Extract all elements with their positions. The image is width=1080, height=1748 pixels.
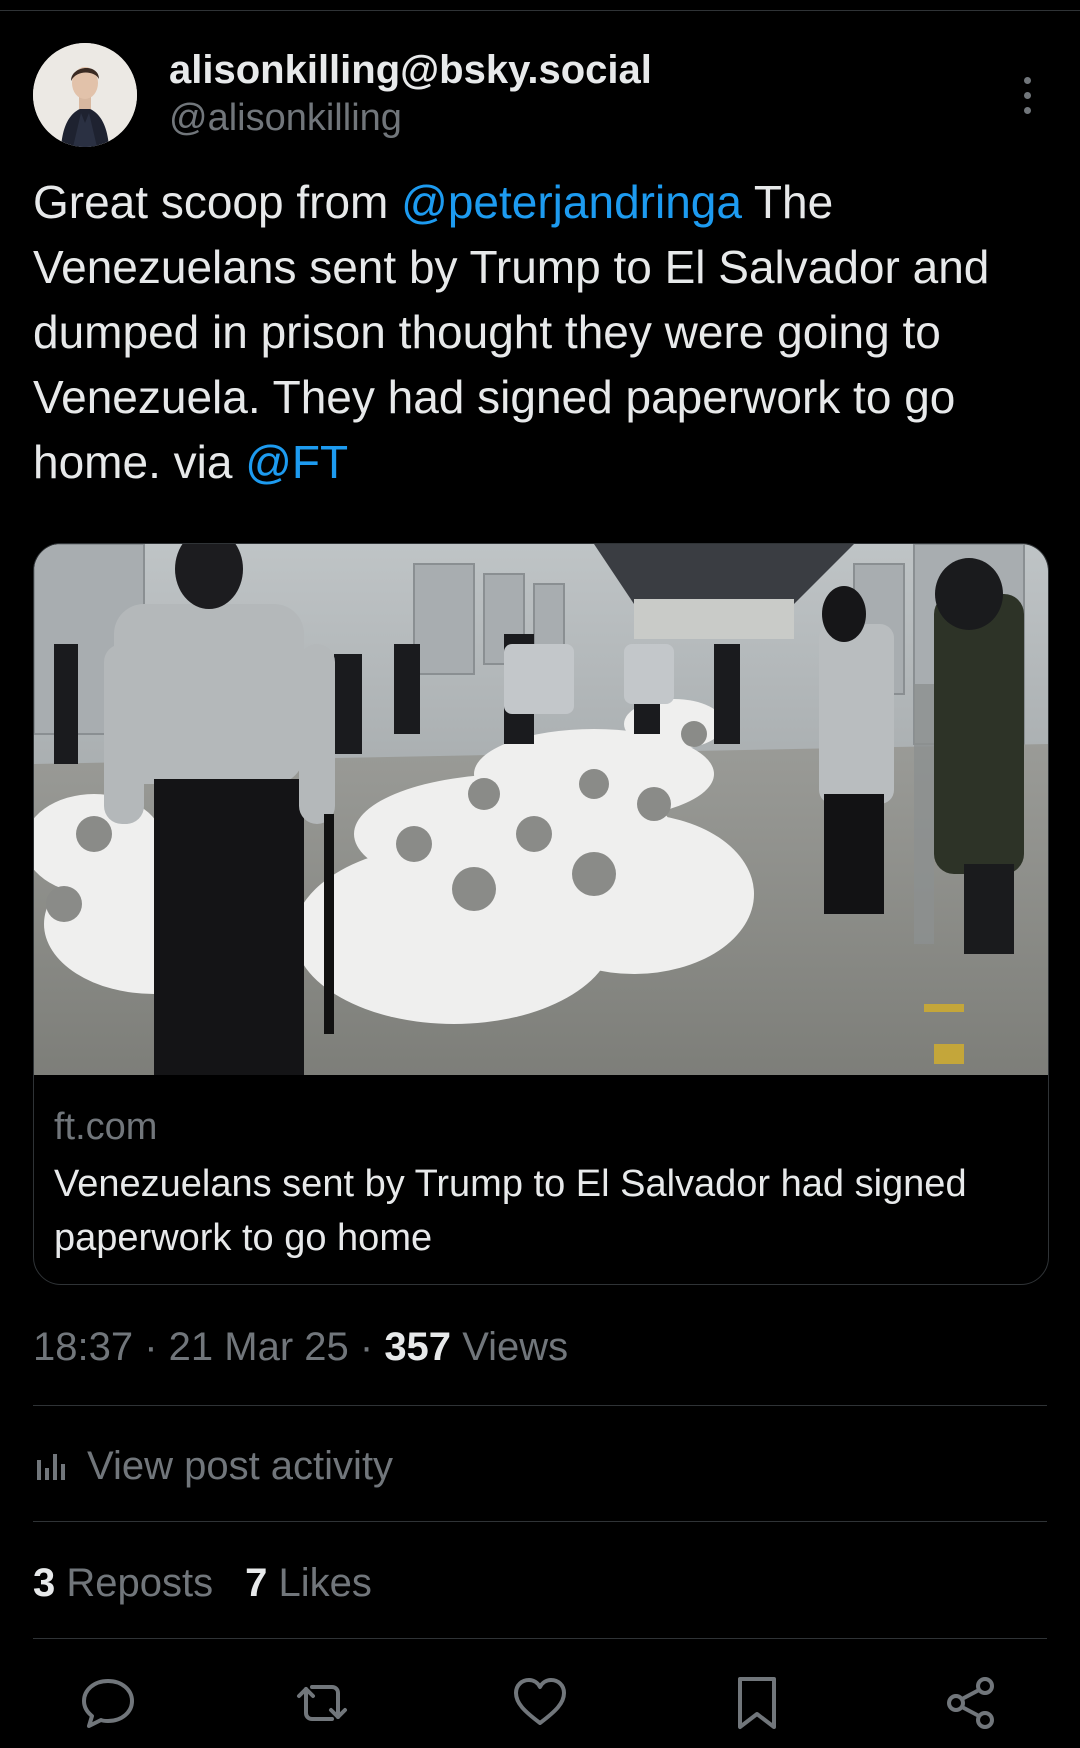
post-meta: 18:37 · 21 Mar 25 · 357 Views <box>33 1325 569 1369</box>
reposts-label: Reposts <box>66 1561 214 1605</box>
heart-icon[interactable] <box>510 1673 570 1733</box>
post-text-part1: Great scoop from <box>33 176 402 228</box>
link-card[interactable]: ft.com Venezuelans sent by Trump to El S… <box>33 543 1049 1285</box>
mention-peterjandringa[interactable]: @peterjandringa <box>401 176 742 228</box>
divider <box>33 1638 1047 1639</box>
bar-chart-icon <box>33 1446 73 1486</box>
link-card-domain: ft.com <box>54 1106 158 1148</box>
likes-label: Likes <box>278 1561 372 1605</box>
avatar[interactable] <box>33 43 137 147</box>
likes-count: 7 <box>245 1561 268 1605</box>
views-count: 357 <box>384 1325 452 1369</box>
link-card-title[interactable]: Venezuelans sent by Trump to El Salvador… <box>54 1157 1024 1265</box>
display-name[interactable]: alisonkilling@bsky.social <box>169 45 652 95</box>
divider <box>33 1405 1047 1406</box>
post-header: alisonkilling@bsky.social @alisonkilling <box>33 43 1047 153</box>
reposts-count: 3 <box>33 1561 56 1605</box>
mention-ft[interactable]: @FT <box>245 436 348 488</box>
action-bar <box>0 1665 1080 1740</box>
reply-bubble-icon[interactable] <box>78 1673 138 1733</box>
author-names: alisonkilling@bsky.social @alisonkilling <box>169 45 652 141</box>
likes-link[interactable]: 7 Likes <box>245 1561 372 1605</box>
more-vertical-icon[interactable] <box>1007 65 1047 125</box>
view-post-activity-button[interactable]: View post activity <box>33 1438 393 1494</box>
reposts-link[interactable]: 3 Reposts <box>33 1561 213 1605</box>
handle[interactable]: @alisonkilling <box>169 95 652 141</box>
post-date: 21 Mar 25 <box>168 1325 349 1369</box>
view-post-activity-label: View post activity <box>87 1443 394 1488</box>
views-label: Views <box>462 1325 569 1369</box>
engagement-counts: 3 Reposts 7 Likes <box>33 1555 372 1611</box>
top-divider <box>0 10 1080 11</box>
post-text: Great scoop from @peterjandringa The Ven… <box>33 170 1043 495</box>
bookmark-icon[interactable] <box>727 1673 787 1733</box>
link-card-image[interactable] <box>34 544 1048 1075</box>
share-icon[interactable] <box>941 1673 1001 1733</box>
repost-icon[interactable] <box>292 1673 352 1733</box>
divider <box>33 1521 1047 1522</box>
post-time: 18:37 <box>33 1325 134 1369</box>
